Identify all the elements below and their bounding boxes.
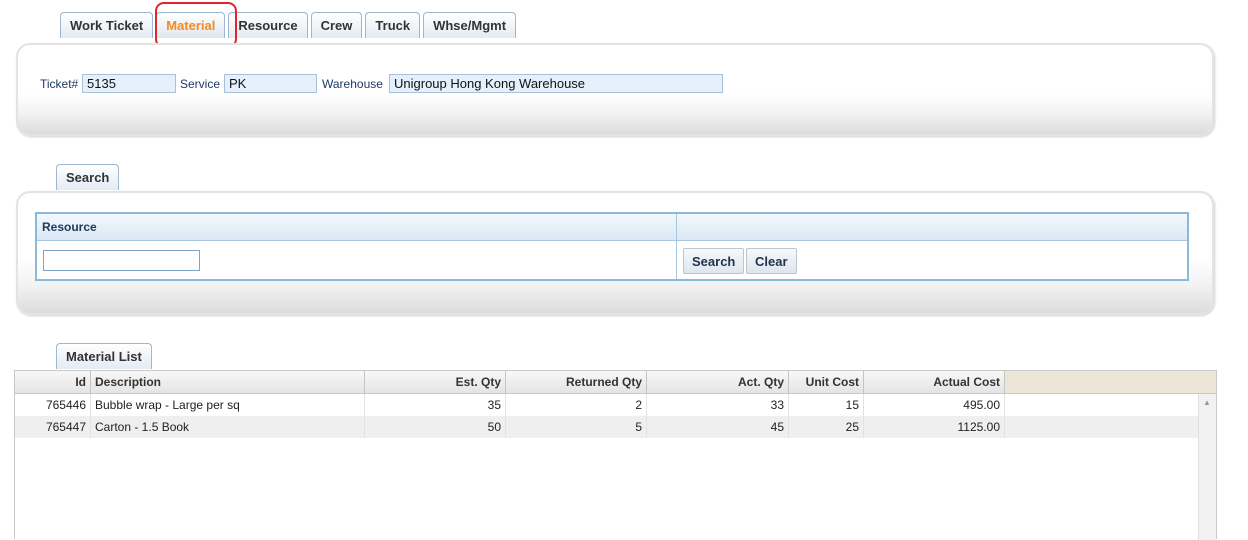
resource-search-input[interactable] xyxy=(43,250,200,271)
cell-description: Carton - 1.5 Book xyxy=(91,416,365,438)
tab-crew[interactable]: Crew xyxy=(310,12,363,38)
main-tab-bar: Work Ticket Material Resource Crew Truck… xyxy=(60,12,517,38)
column-header-unit-cost[interactable]: Unit Cost xyxy=(789,371,864,393)
tab-material[interactable]: Material xyxy=(156,12,226,38)
column-header-id[interactable]: Id xyxy=(15,371,91,393)
table-row[interactable]: 765446 Bubble wrap - Large per sq 35 2 3… xyxy=(15,394,1198,416)
cell-unit-cost: 25 xyxy=(789,416,864,438)
cell-actual-cost: 495.00 xyxy=(864,394,1005,416)
search-grid: Resource Search Clear xyxy=(35,212,1189,281)
cell-returned-qty: 2 xyxy=(506,394,647,416)
tab-work-ticket[interactable]: Work Ticket xyxy=(60,12,154,38)
tab-truck[interactable]: Truck xyxy=(365,12,421,38)
cell-est-qty: 50 xyxy=(365,416,506,438)
ticket-label: Ticket# xyxy=(40,77,79,91)
vertical-scrollbar[interactable]: ▲ xyxy=(1198,394,1216,540)
cell-id: 765447 xyxy=(15,416,91,438)
cell-description: Bubble wrap - Large per sq xyxy=(91,394,365,416)
cell-act-qty: 33 xyxy=(647,394,789,416)
table-row[interactable]: 765447 Carton - 1.5 Book 50 5 45 25 1125… xyxy=(15,416,1198,438)
ticket-field: 5135 xyxy=(82,74,176,93)
tab-material-list[interactable]: Material List xyxy=(56,343,152,369)
search-grid-divider xyxy=(676,214,677,279)
tab-whse-mgmt[interactable]: Whse/Mgmt xyxy=(423,12,517,38)
material-list-header: Id Description Est. Qty Returned Qty Act… xyxy=(15,371,1216,394)
search-button[interactable]: Search xyxy=(683,248,745,274)
cell-est-qty: 35 xyxy=(365,394,506,416)
column-header-actual-cost[interactable]: Actual Cost xyxy=(864,371,1005,393)
warehouse-field: Unigroup Hong Kong Warehouse xyxy=(389,74,723,93)
column-header-est-qty[interactable]: Est. Qty xyxy=(365,371,506,393)
column-header-act-qty[interactable]: Act. Qty xyxy=(647,371,789,393)
clear-button[interactable]: Clear xyxy=(746,248,797,274)
tab-resource[interactable]: Resource xyxy=(228,12,308,38)
tab-search[interactable]: Search xyxy=(56,164,120,190)
cell-id: 765446 xyxy=(15,394,91,416)
resource-column-header: Resource xyxy=(42,220,97,234)
column-header-returned-qty[interactable]: Returned Qty xyxy=(506,371,647,393)
material-list-grid: Id Description Est. Qty Returned Qty Act… xyxy=(14,370,1217,540)
cell-act-qty: 45 xyxy=(647,416,789,438)
column-header-description[interactable]: Description xyxy=(91,371,365,393)
warehouse-label: Warehouse xyxy=(322,77,383,91)
scroll-up-arrow-icon[interactable]: ▲ xyxy=(1203,398,1211,407)
cell-returned-qty: 5 xyxy=(506,416,647,438)
search-grid-header: Resource xyxy=(37,214,1187,241)
service-label: Service xyxy=(180,77,221,91)
cell-unit-cost: 15 xyxy=(789,394,864,416)
cell-actual-cost: 1125.00 xyxy=(864,416,1005,438)
service-field: PK xyxy=(224,74,317,93)
